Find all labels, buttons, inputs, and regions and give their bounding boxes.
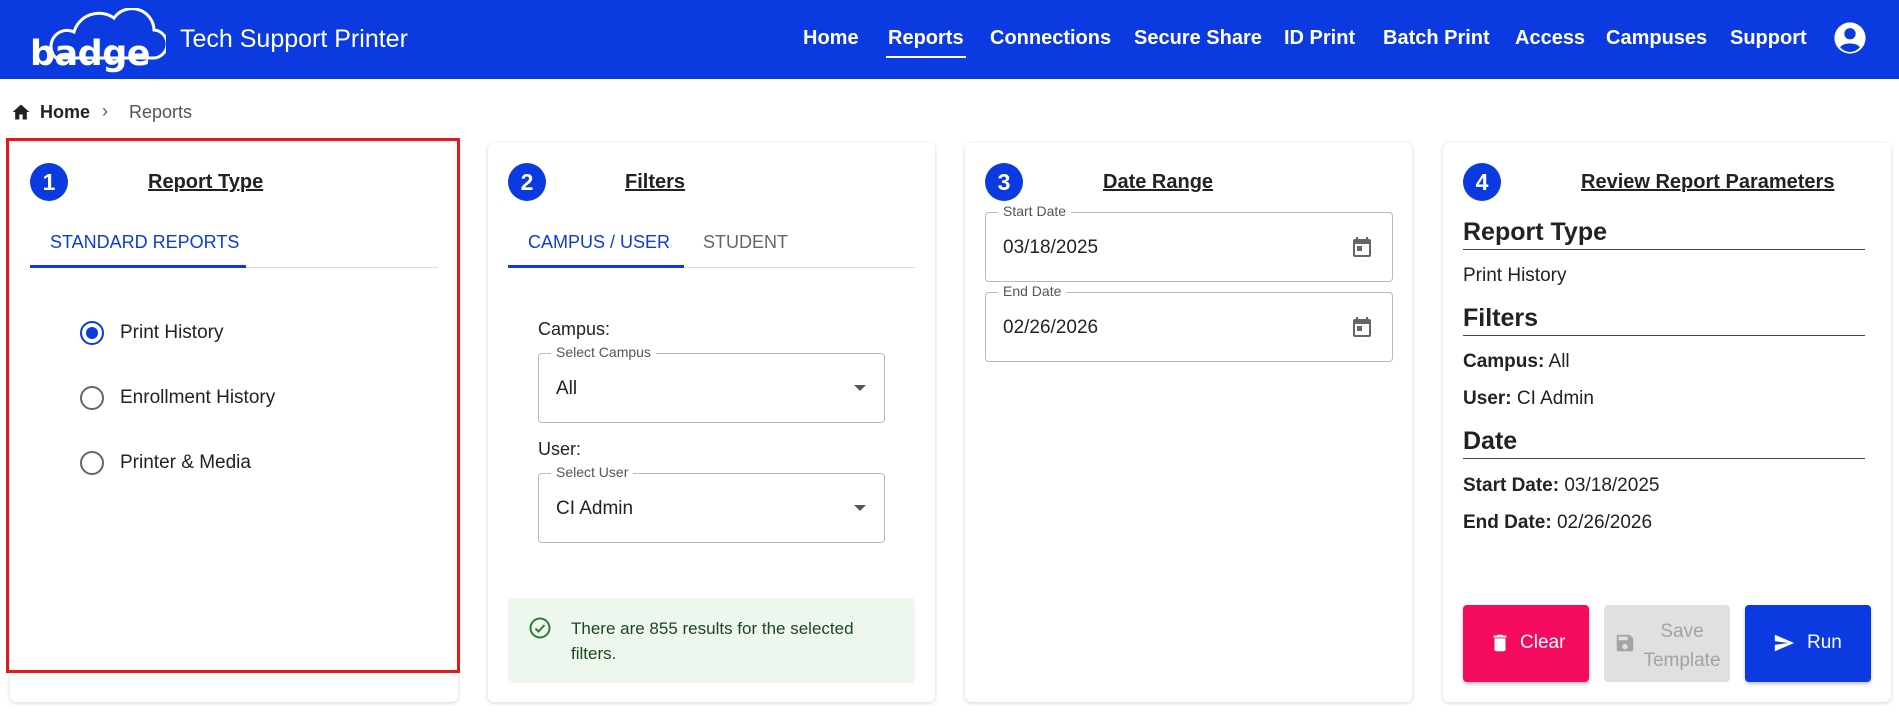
breadcrumb-home[interactable]: Home xyxy=(40,102,90,123)
review-report-type-value: Print History xyxy=(1463,265,1567,286)
logo-text: badge xyxy=(30,34,151,74)
trash-icon xyxy=(1493,634,1507,652)
nav-reports[interactable]: Reports xyxy=(886,27,966,58)
run-button-label: Run xyxy=(1807,632,1842,653)
alert-message: There are 855 results for the selected f… xyxy=(571,619,854,663)
nav-campuses[interactable]: Campuses xyxy=(1606,27,1707,50)
end-date-key: End Date: xyxy=(1463,512,1552,533)
review-filters-heading: Filters xyxy=(1463,304,1865,336)
home-icon[interactable] xyxy=(11,102,31,122)
step-number-1: 1 xyxy=(30,163,68,201)
filters-title: Filters xyxy=(625,171,686,193)
app-title: Tech Support Printer xyxy=(180,25,408,53)
user-select-legend: Select User xyxy=(551,464,634,480)
nav-secure-share[interactable]: Secure Share xyxy=(1134,27,1262,50)
report-type-card: 1 Report Type STANDARD REPORTS Print His… xyxy=(10,143,458,702)
breadcrumb-current: Reports xyxy=(129,102,193,122)
radio-button-checked[interactable] xyxy=(80,321,104,345)
date-range-card: 3 Date Range Start Date 03/18/2025 End D… xyxy=(965,143,1412,702)
dropdown-arrow-icon xyxy=(854,385,866,391)
campus-key: Campus: xyxy=(1463,351,1545,372)
active-tab-indicator xyxy=(508,265,684,268)
step-number-4: 4 xyxy=(1463,163,1501,201)
start-date-legend: Start Date xyxy=(998,203,1072,219)
nav-batch-print[interactable]: Batch Print xyxy=(1383,27,1490,50)
review-date-heading: Date xyxy=(1463,427,1865,459)
campus-value: All xyxy=(1548,351,1570,372)
radio-button[interactable] xyxy=(80,386,104,410)
option-label: Enrollment History xyxy=(120,387,276,408)
nav-access[interactable]: Access xyxy=(1515,27,1585,50)
option-label: Printer & Media xyxy=(120,452,251,473)
tab-campus-user[interactable]: CAMPUS / USER xyxy=(528,232,670,253)
nav-home[interactable]: Home xyxy=(803,27,859,50)
start-date-value: 03/18/2025 xyxy=(1003,237,1099,258)
save-template-button[interactable]: Save Template xyxy=(1604,605,1730,682)
user-key: User: xyxy=(1463,388,1512,409)
top-app-bar: badge Tech Support Printer Home Reports … xyxy=(0,0,1899,79)
start-date-key: Start Date: xyxy=(1463,475,1560,496)
end-date-value: 02/26/2026 xyxy=(1556,512,1653,533)
user-label: User: xyxy=(538,439,582,459)
nav-connections[interactable]: Connections xyxy=(990,27,1111,50)
step-number-3: 3 xyxy=(985,163,1023,201)
review-card: 4 Review Report Parameters Report Type P… xyxy=(1443,143,1891,702)
calendar-icon[interactable] xyxy=(1350,235,1374,259)
save-template-button-label: Save Template xyxy=(1643,621,1721,671)
review-end-date: End Date: 02/26/2026 xyxy=(1463,512,1652,534)
send-icon xyxy=(1774,634,1795,652)
clear-button[interactable]: Clear xyxy=(1463,605,1589,682)
account-circle-icon[interactable] xyxy=(1833,21,1867,55)
step-number-2: 2 xyxy=(508,163,546,201)
nav-id-print[interactable]: ID Print xyxy=(1284,27,1355,50)
review-title: Review Report Parameters xyxy=(1581,171,1835,193)
review-start-date: Start Date: 03/18/2025 xyxy=(1463,475,1659,497)
user-select-value: CI Admin xyxy=(556,498,634,519)
review-report-type-heading: Report Type xyxy=(1463,218,1865,250)
campus-select-legend: Select Campus xyxy=(551,344,656,360)
nav-support[interactable]: Support xyxy=(1730,27,1807,50)
start-date-field[interactable]: Start Date 03/18/2025 xyxy=(985,203,1393,282)
user-select[interactable]: Select User CI Admin xyxy=(538,464,885,543)
end-date-value: 02/26/2026 xyxy=(1003,317,1099,338)
start-date-value: 03/18/2025 xyxy=(1564,475,1660,496)
user-value: CI Admin xyxy=(1516,388,1594,409)
end-date-field[interactable]: End Date 02/26/2026 xyxy=(985,283,1393,362)
tab-standard-reports[interactable]: STANDARD REPORTS xyxy=(50,232,239,253)
results-alert: There are 855 results for the selected f… xyxy=(508,598,915,683)
badge-logo[interactable]: badge xyxy=(26,8,166,74)
report-type-title: Report Type xyxy=(148,171,264,193)
review-user: User: CI Admin xyxy=(1463,388,1594,410)
run-button[interactable]: Run xyxy=(1745,605,1871,682)
clear-button-label: Clear xyxy=(1520,632,1566,653)
tab-student[interactable]: STUDENT xyxy=(703,232,788,253)
dropdown-arrow-icon xyxy=(854,505,866,511)
save-icon xyxy=(1616,634,1634,652)
check-circle-icon xyxy=(529,617,551,639)
filters-card: 2 Filters CAMPUS / USER STUDENT Campus: … xyxy=(488,143,935,702)
review-campus: Campus: All xyxy=(1463,351,1570,373)
filters-tabs: CAMPUS / USER STUDENT xyxy=(508,218,915,268)
calendar-icon[interactable] xyxy=(1350,315,1374,339)
option-label: Print History xyxy=(120,322,224,343)
end-date-legend: End Date xyxy=(998,283,1067,299)
active-tab-indicator xyxy=(30,265,246,268)
radio-button[interactable] xyxy=(80,451,104,475)
campus-select-value: All xyxy=(556,378,578,399)
report-type-tabs: STANDARD REPORTS xyxy=(30,218,438,268)
campus-label: Campus: xyxy=(538,319,611,339)
campus-select[interactable]: Select Campus All xyxy=(538,344,885,423)
chevron-right-icon: › xyxy=(102,101,108,121)
date-range-title: Date Range xyxy=(1103,171,1214,193)
